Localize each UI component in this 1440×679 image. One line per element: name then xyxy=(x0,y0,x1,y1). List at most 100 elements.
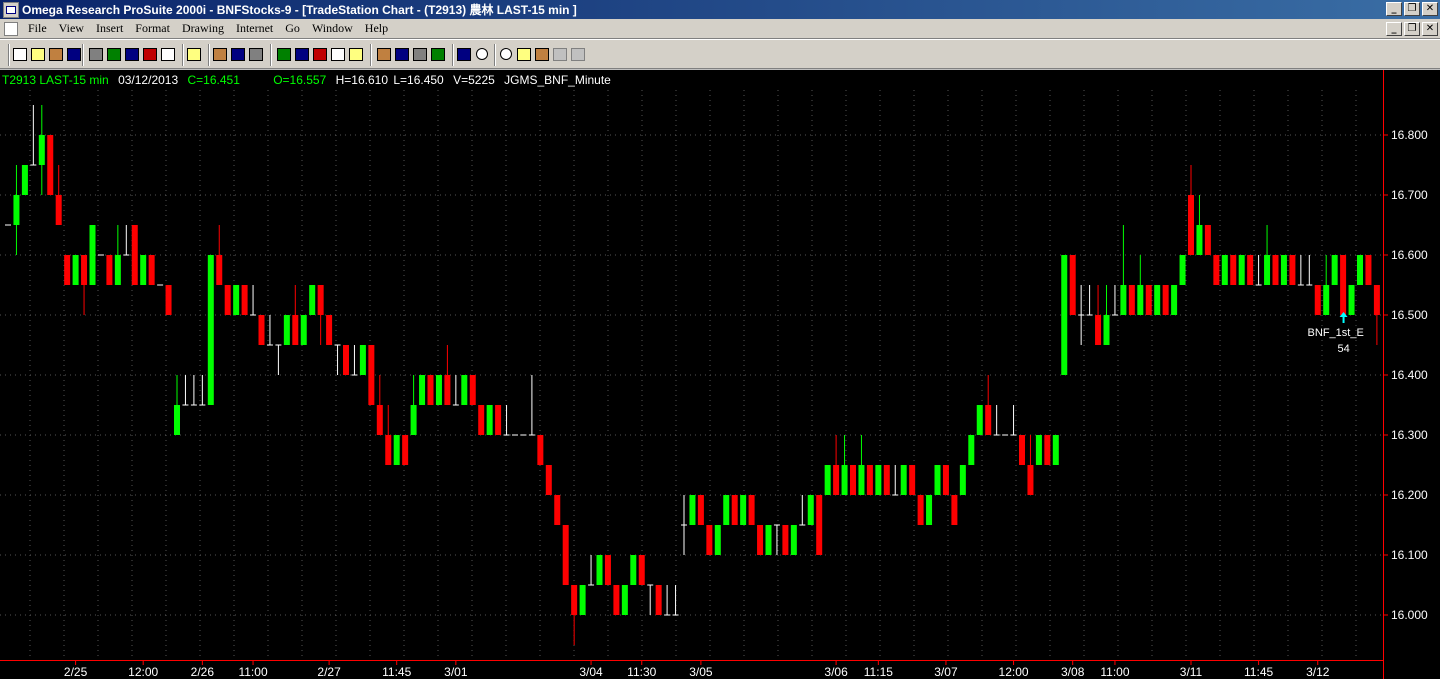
x-tick-label: 3/07 xyxy=(934,665,958,679)
menu-help[interactable]: Help xyxy=(359,21,394,36)
price-chart[interactable] xyxy=(0,70,1440,679)
app-icon[interactable] xyxy=(3,1,19,18)
candle-body xyxy=(926,495,933,525)
candle-body xyxy=(1331,255,1338,285)
candle-body xyxy=(942,465,949,495)
candle-body xyxy=(1027,465,1034,495)
insert-analysis-icon[interactable] xyxy=(276,46,292,62)
candle-body xyxy=(537,435,544,465)
candle-body xyxy=(1171,285,1178,315)
refresh-icon[interactable] xyxy=(124,46,140,62)
candle-body xyxy=(765,525,772,555)
candle-body xyxy=(545,465,552,495)
chart-icon[interactable] xyxy=(106,46,122,62)
menu-internet[interactable]: Internet xyxy=(230,21,279,36)
candle-body xyxy=(1247,255,1254,285)
format-icon[interactable] xyxy=(312,46,328,62)
candle-body xyxy=(630,555,637,585)
y-tick-label: 16.300 xyxy=(1391,428,1428,442)
expand-icon[interactable] xyxy=(456,46,472,62)
close-button[interactable]: ✕ xyxy=(1422,2,1438,16)
candle-body xyxy=(816,495,823,555)
candle-body xyxy=(224,285,231,315)
candle-body xyxy=(1179,255,1186,285)
hand-icon[interactable] xyxy=(570,46,586,62)
data-window-icon[interactable] xyxy=(376,46,392,62)
forward-icon[interactable] xyxy=(230,46,246,62)
restore-button[interactable]: ❐ xyxy=(1404,2,1420,16)
gray-cursor-icon[interactable] xyxy=(552,46,568,62)
x-tick-label: 3/12 xyxy=(1306,665,1330,679)
new-icon[interactable] xyxy=(12,46,28,62)
tools-icon[interactable] xyxy=(516,46,532,62)
bar-spacing-icon[interactable] xyxy=(412,46,428,62)
menu-go[interactable]: Go xyxy=(279,21,306,36)
toolbar-separator xyxy=(494,44,496,66)
x-tick-label: 11:00 xyxy=(238,665,268,679)
candle-body xyxy=(1145,285,1152,315)
candle-body xyxy=(495,405,502,435)
candle-body xyxy=(1340,255,1347,315)
candle-body xyxy=(461,375,468,405)
back-icon[interactable] xyxy=(212,46,228,62)
minimize-button[interactable]: _ xyxy=(1386,2,1402,16)
pointer-icon[interactable] xyxy=(534,46,550,62)
candle-body xyxy=(740,495,747,525)
document-icon[interactable] xyxy=(4,21,18,36)
menu-drawing[interactable]: Drawing xyxy=(176,21,230,36)
annotation-label: BNF_1st_E xyxy=(1307,327,1364,339)
candle-body xyxy=(1061,255,1068,375)
insert-study-icon[interactable] xyxy=(294,46,310,62)
doc-minimize-button[interactable]: _ xyxy=(1386,22,1402,36)
doc-restore-button[interactable]: ❐ xyxy=(1404,22,1420,36)
document-window-controls: _ ❐ ✕ xyxy=(1386,22,1438,36)
zoom-out-icon[interactable] xyxy=(498,46,514,62)
candle-body xyxy=(359,345,366,375)
candle-body xyxy=(579,585,586,615)
menu-format[interactable]: Format xyxy=(129,21,176,36)
y-tick-label: 16.800 xyxy=(1391,128,1428,142)
properties-icon[interactable] xyxy=(186,46,202,62)
candle-body xyxy=(174,405,180,435)
candle-body xyxy=(917,495,924,525)
candle-body xyxy=(38,135,45,165)
menu-bar: File View Insert Format Drawing Internet… xyxy=(0,19,1440,39)
open-folder-icon[interactable] xyxy=(48,46,64,62)
candle-body xyxy=(875,465,882,495)
candle-body xyxy=(216,255,223,285)
candle-body xyxy=(757,525,764,555)
candle-body xyxy=(1272,255,1279,285)
open-icon[interactable] xyxy=(30,46,46,62)
menu-view[interactable]: View xyxy=(53,21,90,36)
menu-window[interactable]: Window xyxy=(306,21,359,36)
candle-body xyxy=(233,285,240,315)
window-icon[interactable] xyxy=(330,46,346,62)
table-icon[interactable] xyxy=(394,46,410,62)
candle-body xyxy=(300,315,307,345)
export-icon[interactable] xyxy=(142,46,158,62)
window-title: Omega Research ProSuite 2000i - BNFStock… xyxy=(22,3,577,17)
chart-area[interactable]: T2913 LAST-15 min 03/12/2013 C=16.451 O=… xyxy=(0,70,1440,679)
x-tick-label: 3/06 xyxy=(824,665,848,679)
menu-insert[interactable]: Insert xyxy=(90,21,129,36)
grid-icon[interactable] xyxy=(348,46,364,62)
candle-body xyxy=(748,495,755,525)
candle-body xyxy=(1264,255,1271,285)
candle-body xyxy=(343,345,349,375)
candle-body xyxy=(469,375,476,405)
y-tick-label: 16.100 xyxy=(1391,548,1428,562)
zoom-in-icon[interactable] xyxy=(474,46,490,62)
menu-file[interactable]: File xyxy=(22,21,53,36)
print-preview-icon[interactable] xyxy=(160,46,176,62)
compress-icon[interactable] xyxy=(430,46,446,62)
next-icon[interactable] xyxy=(248,46,264,62)
candle-body xyxy=(55,195,62,225)
x-tick-label: 3/04 xyxy=(579,665,603,679)
save-icon[interactable] xyxy=(66,46,82,62)
candle-body xyxy=(1103,315,1110,345)
candle-body xyxy=(47,135,54,195)
candle-body xyxy=(385,435,392,465)
print-icon[interactable] xyxy=(88,46,104,62)
doc-close-button[interactable]: ✕ xyxy=(1422,22,1438,36)
window-controls: _ ❐ ✕ xyxy=(1386,2,1438,16)
